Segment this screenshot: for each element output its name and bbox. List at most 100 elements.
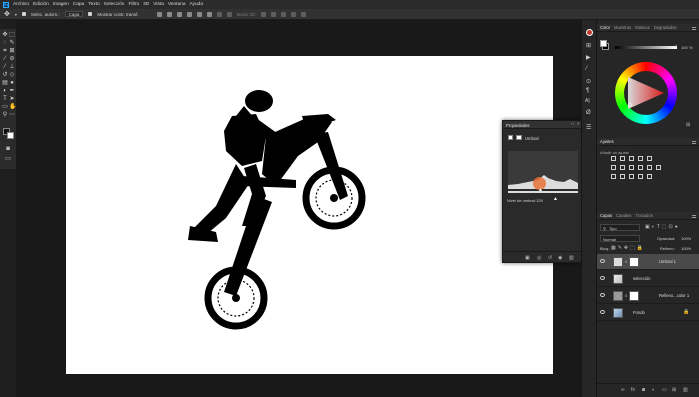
crop-icon[interactable]: ⌗ — [2, 48, 8, 54]
move-tool-icon[interactable]: ✥ — [4, 10, 10, 18]
visibility-icon[interactable]: ◉ — [558, 255, 562, 261]
quick-select-icon[interactable]: ✎ — [9, 40, 15, 46]
tab-canales[interactable]: Canales — [616, 213, 631, 218]
type-icon[interactable]: T — [2, 96, 8, 102]
eye-icon[interactable] — [600, 276, 605, 280]
healing-icon[interactable]: ⊘ — [9, 56, 15, 62]
menu-seleccion[interactable]: Selección — [104, 2, 125, 7]
add-mask-icon[interactable]: ◙ — [642, 387, 645, 393]
history-brush-icon[interactable]: ↺ — [2, 72, 8, 78]
blend-mode-dropdown[interactable]: Normal — [600, 235, 640, 242]
layer-filter-dropdown[interactable]: ⚲ Tipo — [600, 224, 640, 231]
distribute-icon[interactable] — [216, 11, 222, 17]
layers-menu-icon[interactable] — [692, 214, 696, 218]
hand-icon[interactable]: ✋ — [9, 104, 16, 110]
more-options-icon[interactable] — [226, 11, 232, 17]
mask-thumb[interactable] — [629, 257, 639, 267]
tab-capas[interactable]: Capas — [600, 213, 612, 218]
delete-layer-icon[interactable]: ▥ — [683, 387, 688, 393]
align-top-icon[interactable] — [186, 11, 192, 17]
learn-icon[interactable] — [586, 29, 593, 36]
menu-texto[interactable]: Texto — [88, 2, 99, 7]
path-select-icon[interactable]: ➤ — [9, 96, 15, 102]
mask-thumb[interactable] — [629, 291, 639, 301]
3d-pan-icon[interactable] — [281, 11, 287, 17]
menu-ventana[interactable]: Ventana — [168, 2, 186, 7]
menu-imagen[interactable]: Imagen — [53, 2, 69, 7]
eye-icon[interactable] — [600, 259, 605, 263]
opacity-value[interactable]: 100% — [681, 236, 691, 241]
layer-row-umbral[interactable]: 8 Umbral 1 — [597, 254, 699, 270]
layer-row-relleno[interactable]: 8 Relleno...color 1 — [597, 288, 699, 304]
sample-icon[interactable]: ▲ — [553, 196, 558, 202]
brush-settings-icon[interactable]: ⁄ — [586, 66, 587, 72]
pen-icon[interactable]: ✒ — [9, 88, 15, 94]
document-canvas[interactable] — [66, 56, 553, 374]
3d-roll-icon[interactable] — [271, 11, 277, 17]
fill-value[interactable]: 100% — [681, 246, 691, 251]
marquee-icon[interactable]: ⬚ — [9, 32, 15, 38]
eye-icon[interactable] — [600, 293, 605, 297]
new-adjustment-icon[interactable]: ◐ — [652, 387, 655, 393]
eraser-icon[interactable]: ◇ — [9, 72, 15, 78]
photoshop-logo[interactable]: Ps — [3, 1, 9, 8]
auto-select-checkbox[interactable] — [21, 12, 26, 16]
more-tools-icon[interactable]: ⋯ — [9, 112, 15, 118]
curves-icon[interactable] — [629, 156, 634, 161]
align-middle-icon[interactable] — [196, 11, 202, 17]
color-panel-menu-icon[interactable] — [692, 26, 696, 30]
play-actions-icon[interactable]: ▶ — [586, 54, 591, 61]
quick-mask-icon[interactable]: ◙ — [5, 146, 11, 152]
black-white-icon[interactable] — [629, 165, 634, 170]
rectangle-icon[interactable]: ▭ — [2, 104, 8, 110]
reset-icon[interactable]: ↺ — [548, 255, 552, 261]
brightness-handle-icon[interactable]: ▲ — [674, 43, 678, 48]
menu-capa[interactable]: Capa — [73, 2, 84, 7]
gradient-map-icon[interactable] — [638, 174, 643, 179]
gradient-icon[interactable]: ▤ — [2, 80, 8, 86]
layer-filter-icons[interactable]: ▣◐T⬚⊡● — [645, 224, 680, 230]
adjustments-menu-icon[interactable] — [692, 140, 696, 144]
transform-controls-checkbox[interactable] — [88, 12, 93, 16]
layer-row-fondo[interactable]: Fondo 🔒 — [597, 305, 699, 321]
character-icon[interactable]: A| — [585, 98, 590, 104]
vibrance-icon[interactable] — [647, 156, 652, 161]
view-previous-icon[interactable]: ◎ — [537, 255, 541, 261]
tab-trazados[interactable]: Trazados — [635, 213, 652, 218]
new-group-icon[interactable]: ▭ — [662, 387, 667, 393]
eye-icon[interactable] — [600, 310, 605, 314]
paragraph-icon[interactable]: ¶ — [586, 88, 589, 94]
libraries-icon[interactable]: ⊞ — [586, 42, 591, 49]
lasso-icon[interactable]: ◌ — [2, 40, 8, 46]
align-center-icon[interactable] — [166, 11, 172, 17]
threshold-slider-handle-icon[interactable]: ▲ — [538, 187, 543, 193]
3d-scale-icon[interactable] — [301, 11, 307, 17]
brightness-value[interactable]: 100 — [681, 45, 688, 50]
lock-icons[interactable]: ▦✎✥⬚🔒 — [611, 245, 645, 251]
invert-icon[interactable] — [611, 174, 616, 179]
color-foreground-swatch[interactable] — [600, 40, 607, 47]
3d-slide-icon[interactable] — [291, 11, 297, 17]
menu-edicion[interactable]: Edición — [33, 2, 49, 7]
layer-mask-icon[interactable] — [516, 135, 522, 140]
close-icon[interactable]: × — [577, 121, 580, 126]
eyedropper-icon[interactable]: ⁄ — [2, 56, 8, 62]
threshold-level-value[interactable]: 128 — [536, 198, 543, 203]
stamp-icon[interactable]: ⊥ — [9, 64, 15, 70]
brush-icon[interactable]: ⁄ — [2, 64, 8, 70]
new-layer-icon[interactable]: ⊞ — [672, 387, 676, 393]
color-triangle[interactable] — [624, 71, 668, 115]
frame-icon[interactable]: ⊠ — [9, 48, 15, 54]
zoom-icon[interactable]: ⚲ — [2, 112, 8, 118]
dodge-icon[interactable]: ◐ — [2, 88, 8, 94]
align-left-icon[interactable] — [156, 11, 162, 17]
color-options-icon[interactable]: ⊞ — [686, 122, 690, 128]
menu-archivo[interactable]: Archivo — [13, 2, 29, 7]
brightness-contrast-icon[interactable] — [611, 156, 616, 161]
tab-degradados[interactable]: Degradados — [654, 25, 677, 30]
blur-icon[interactable]: ● — [9, 80, 15, 86]
align-bottom-icon[interactable] — [206, 11, 212, 17]
tab-color[interactable]: Color — [600, 25, 610, 30]
hue-saturation-icon[interactable] — [611, 165, 616, 170]
chain-icon[interactable]: 8 — [625, 293, 627, 298]
